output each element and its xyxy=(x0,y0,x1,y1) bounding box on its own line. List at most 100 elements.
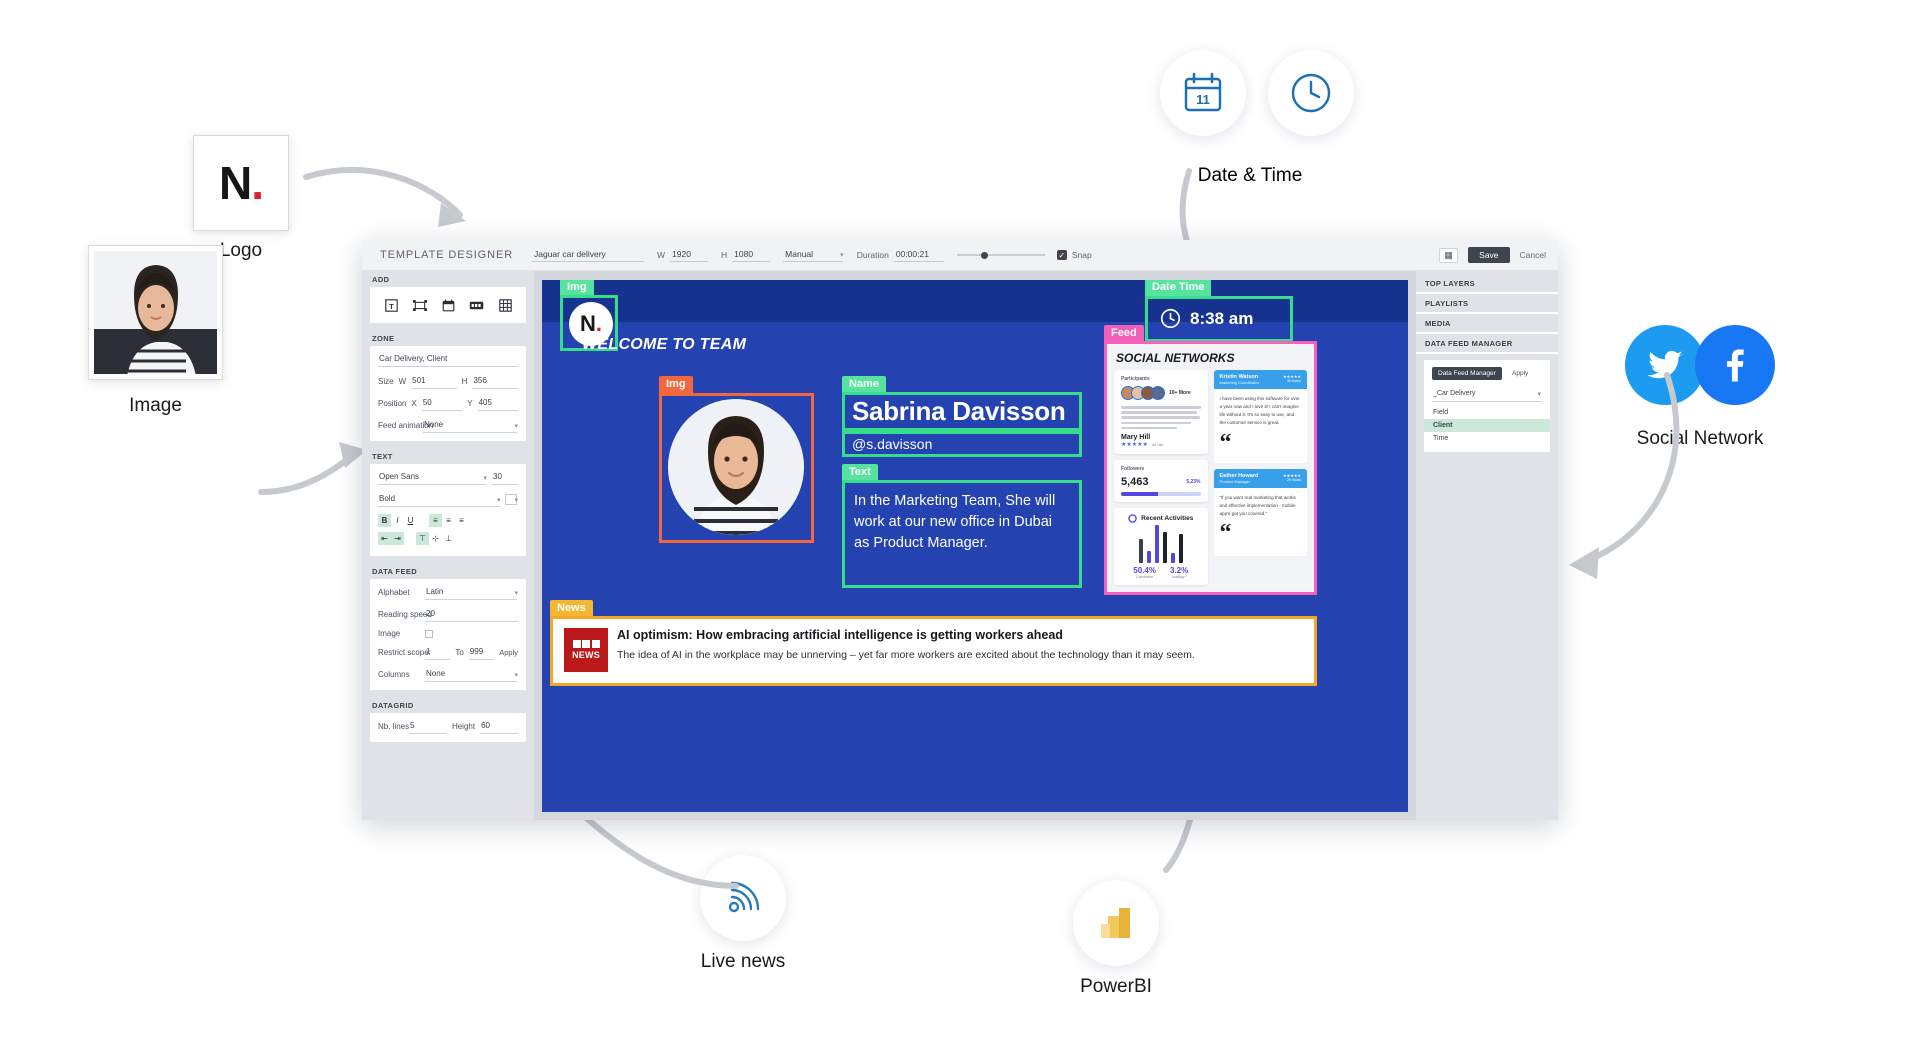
indent-increase-button[interactable]: ⇥ xyxy=(391,532,404,545)
panel-data-feed-manager[interactable]: DATA FEED MANAGER xyxy=(1416,334,1558,354)
width-field[interactable]: W 1920 xyxy=(657,248,709,262)
font-weight-select[interactable]: Bold xyxy=(378,492,500,507)
data-feed-apply-button[interactable]: Apply xyxy=(1512,370,1528,377)
duration-input[interactable]: 00:00:21 xyxy=(893,248,944,262)
canvas-clock: 8:38 am xyxy=(1160,308,1253,329)
restrict-apply-button[interactable]: Apply xyxy=(499,648,518,657)
valign-middle-button[interactable]: ⊹ xyxy=(429,532,442,545)
duration-field[interactable]: Duration 00:00:21 xyxy=(857,248,944,262)
zone-tag-feed[interactable]: Feed xyxy=(1104,325,1144,343)
image-checkbox[interactable] xyxy=(425,629,433,638)
field-item-time[interactable]: Time xyxy=(1432,432,1542,445)
social-network-caption: Social Network xyxy=(1636,428,1764,449)
indent-decrease-button[interactable]: ⇤ xyxy=(378,532,391,545)
template-canvas[interactable]: Img N. Date Time 8:38 am WELCOME TO TEAM… xyxy=(542,280,1408,812)
participants-card: Participants 10+ More Mary Hill ★★★★★ 44… xyxy=(1114,370,1208,455)
height-input[interactable]: 1080 xyxy=(732,248,771,262)
followers-value: 5,463 xyxy=(1121,476,1149,489)
image-caption: Image xyxy=(129,395,182,416)
data-feed-manager-button[interactable]: Data Feed Manager xyxy=(1432,367,1502,380)
slider-knob[interactable] xyxy=(981,251,989,259)
live-news-callout: Live news xyxy=(700,855,786,973)
underline-button[interactable]: U xyxy=(404,514,417,527)
nb-lines-input[interactable]: 5 xyxy=(409,719,447,734)
testimonial-2-meta: 2h hours xyxy=(1287,478,1301,482)
grid-height-input[interactable]: 60 xyxy=(480,719,518,734)
add-media-icon[interactable] xyxy=(464,293,490,317)
add-grid-icon[interactable] xyxy=(492,293,518,317)
height-field[interactable]: H 1080 xyxy=(721,248,771,262)
zone-w-input[interactable]: 501 xyxy=(411,374,457,389)
zone-box-handle[interactable]: @s.davisson xyxy=(842,431,1082,457)
template-name-input[interactable]: Jaguar car delivery xyxy=(532,248,644,262)
font-size-input[interactable]: 30 xyxy=(492,470,518,485)
zoom-slider[interactable] xyxy=(956,251,1045,259)
panel-media[interactable]: MEDIA xyxy=(1416,314,1558,334)
datagrid-section: Nb. lines 5 Height 60 xyxy=(370,713,526,742)
zone-h-input[interactable]: 356 xyxy=(472,374,518,389)
duration-label: Duration xyxy=(856,250,889,260)
save-button[interactable]: Save xyxy=(1468,247,1510,263)
zone-box-name[interactable]: Sabrina Davisson xyxy=(842,392,1082,431)
zone-x-input[interactable]: 50 xyxy=(421,396,463,411)
zone-tag-name[interactable]: Name xyxy=(842,376,886,394)
font-family-select[interactable]: Open Sans xyxy=(378,470,487,485)
zone-box-feed[interactable]: SOCIAL NETWORKS Participants 10+ More Ma… xyxy=(1104,341,1317,595)
snap-checkbox[interactable]: ✓ xyxy=(1056,250,1067,260)
reading-speed-input[interactable]: 20 xyxy=(425,607,518,622)
feed-animation-select[interactable]: None xyxy=(423,418,518,433)
mode-select[interactable]: Manual ▾ xyxy=(783,248,844,262)
app-title: TEMPLATE DESIGNER xyxy=(380,249,514,261)
restrict-from-input[interactable]: 1 xyxy=(425,645,451,660)
data-feed-select-value: _Car Delivery xyxy=(1433,390,1476,397)
toolbar-right-actions: ▦ Save Cancel xyxy=(1439,247,1558,263)
zone-tag-text[interactable]: Text xyxy=(842,464,878,482)
snap-toggle[interactable]: ✓ Snap xyxy=(1056,250,1092,260)
alphabet-select[interactable]: Latin xyxy=(425,585,518,600)
zone-tag-date-time[interactable]: Date Time xyxy=(1145,280,1212,297)
add-text-icon[interactable]: T xyxy=(378,293,404,317)
zone-tag-img-logo[interactable]: Img xyxy=(560,280,594,297)
news-logo-text: NEWS xyxy=(572,650,600,660)
zone-tag-img-photo[interactable]: Img xyxy=(659,376,693,394)
panel-playlists[interactable]: PLAYLISTS xyxy=(1416,294,1558,314)
field-item-client[interactable]: Client xyxy=(1424,419,1550,432)
zone-box-img-photo[interactable] xyxy=(659,393,814,543)
panel-top-layers[interactable]: TOP LAYERS xyxy=(1416,274,1558,294)
zone-y-input[interactable]: 405 xyxy=(477,396,518,411)
width-input[interactable]: 1920 xyxy=(670,248,709,262)
bold-button[interactable]: B xyxy=(378,514,391,527)
columns-label: Columns xyxy=(378,670,410,679)
zone-name-input[interactable]: Car Delivery, Client xyxy=(378,352,518,367)
field-column-header: Field xyxy=(1433,409,1449,416)
layout-grid-icon[interactable]: ▦ xyxy=(1439,247,1459,263)
add-calendar-icon[interactable] xyxy=(435,293,461,317)
quote-mark-icon: “ xyxy=(1219,430,1232,457)
align-center-button[interactable]: ≡ xyxy=(442,514,455,527)
valign-top-button[interactable]: ⊤ xyxy=(416,532,429,545)
columns-select[interactable]: None xyxy=(425,667,518,682)
add-zone-icon[interactable] xyxy=(407,293,433,317)
zone-box-text[interactable]: In the Marketing Team, She will work at … xyxy=(842,480,1082,588)
align-left-button[interactable]: ≡ xyxy=(429,514,442,527)
data-feed-select[interactable]: _Car Delivery ▾ xyxy=(1432,387,1542,402)
zone-box-news[interactable]: NEWS AI optimism: How embracing artifici… xyxy=(550,616,1317,686)
mode-value[interactable]: Manual xyxy=(783,248,844,262)
zone-tag-news[interactable]: News xyxy=(550,600,593,618)
width-label: W xyxy=(657,250,666,260)
person-name-text: Sabrina Davisson xyxy=(852,396,1066,426)
zone-x-label: X xyxy=(411,399,417,408)
zone-w-label: W xyxy=(398,377,407,386)
restrict-to-input[interactable]: 999 xyxy=(468,645,495,660)
testimonial-1-role: Marketing Coordinator xyxy=(1219,380,1260,385)
align-right-button[interactable]: ≡ xyxy=(455,514,468,527)
italic-button[interactable]: I xyxy=(391,514,404,527)
facebook-icon xyxy=(1695,325,1776,405)
calendar-icon: 11 xyxy=(1160,50,1246,136)
cancel-button[interactable]: Cancel xyxy=(1520,250,1546,260)
image-label: Image xyxy=(378,629,401,638)
template-name-field[interactable]: Jaguar car delivery xyxy=(532,248,644,262)
logo-thumbnail-card: N. xyxy=(193,135,289,231)
valign-bottom-button[interactable]: ⊥ xyxy=(442,532,455,545)
zone-box-date-time[interactable]: 8:38 am xyxy=(1145,296,1293,342)
